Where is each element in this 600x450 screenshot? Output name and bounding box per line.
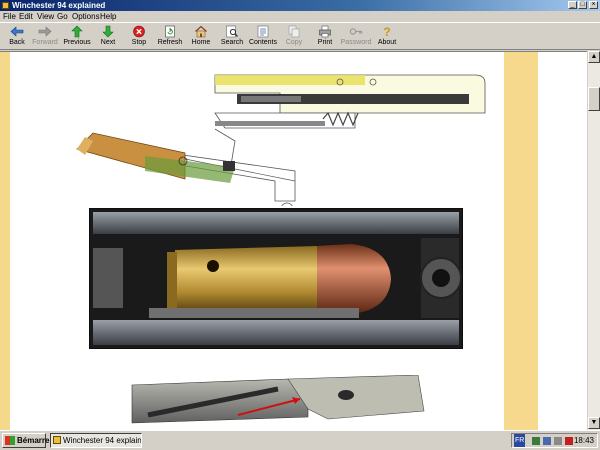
app-icon <box>2 2 9 9</box>
vertical-scrollbar[interactable]: ▲ ▼ <box>587 51 600 430</box>
scroll-down-button[interactable]: ▼ <box>588 417 600 429</box>
antivirus-icon[interactable] <box>565 437 573 445</box>
password-button[interactable]: Password <box>339 24 373 50</box>
language-indicator[interactable]: FR <box>514 434 526 447</box>
back-arrow-icon <box>10 26 24 37</box>
menu-view[interactable]: View <box>37 11 54 22</box>
key-icon <box>349 28 363 35</box>
action-diagram-image <box>76 74 486 206</box>
monitor-icon[interactable] <box>543 437 551 445</box>
app-icon <box>53 436 61 444</box>
forward-button[interactable]: Forward <box>28 24 62 50</box>
refresh-button[interactable]: Refresh <box>153 24 187 50</box>
scroll-thumb[interactable] <box>588 87 600 111</box>
right-blank-area <box>538 52 587 430</box>
windows-logo-icon <box>5 436 15 445</box>
search-button[interactable]: Search <box>215 24 249 50</box>
down-arrow-icon <box>102 25 114 38</box>
menu-file[interactable]: File <box>3 11 16 22</box>
title-bar: Winchester 94 explained _ □ × <box>0 0 600 11</box>
svg-text:?: ? <box>383 25 390 38</box>
print-button[interactable]: Print <box>308 24 342 50</box>
lifter-photo-image <box>131 375 425 424</box>
left-margin-strip <box>0 52 10 430</box>
start-button[interactable]: Bémarrer <box>2 433 53 448</box>
home-button[interactable]: Home <box>184 24 218 50</box>
contents-icon <box>257 25 269 38</box>
forward-arrow-icon <box>38 26 52 37</box>
menu-options[interactable]: Options <box>72 11 100 22</box>
contents-button[interactable]: Contents <box>246 24 280 50</box>
close-button[interactable]: × <box>589 1 598 9</box>
maximize-button[interactable]: □ <box>578 1 587 9</box>
taskbar-window-item[interactable]: Winchester 94 explain... <box>50 433 142 448</box>
page-content <box>0 51 587 430</box>
refresh-icon <box>165 25 175 38</box>
menu-bar: File Edit View Go Options Help <box>0 11 600 22</box>
network-icon[interactable] <box>532 437 540 445</box>
printer-icon <box>319 25 331 38</box>
copy-button[interactable]: Copy <box>277 24 311 50</box>
window-title: Winchester 94 explained <box>12 1 106 10</box>
stop-button[interactable]: Stop <box>122 24 156 50</box>
question-icon: ? <box>383 25 390 38</box>
copy-icon <box>288 25 300 38</box>
home-icon <box>195 25 207 38</box>
browser-window: Winchester 94 explained _ □ × File Edit … <box>0 0 600 430</box>
up-arrow-icon <box>71 25 83 38</box>
about-button[interactable]: ? About <box>370 24 404 50</box>
toolbar: Back Forward Previous Next Stop Refresh … <box>0 22 600 50</box>
stop-icon <box>133 25 145 38</box>
menu-edit[interactable]: Edit <box>19 11 33 22</box>
clock[interactable]: 18:43 <box>574 434 594 447</box>
menu-help[interactable]: Help <box>100 11 116 22</box>
next-button[interactable]: Next <box>91 24 125 50</box>
minimize-button[interactable]: _ <box>568 1 577 9</box>
search-icon <box>226 25 238 38</box>
system-tray: FR 18:43 <box>511 433 598 448</box>
right-margin-strip <box>504 52 538 430</box>
volume-icon[interactable] <box>554 437 562 445</box>
menu-go[interactable]: Go <box>57 11 68 22</box>
cartridge-photo-image <box>89 208 463 349</box>
taskbar: Bémarrer Winchester 94 explain... FR 18:… <box>0 430 600 450</box>
previous-button[interactable]: Previous <box>60 24 94 50</box>
scroll-up-button[interactable]: ▲ <box>588 51 600 63</box>
